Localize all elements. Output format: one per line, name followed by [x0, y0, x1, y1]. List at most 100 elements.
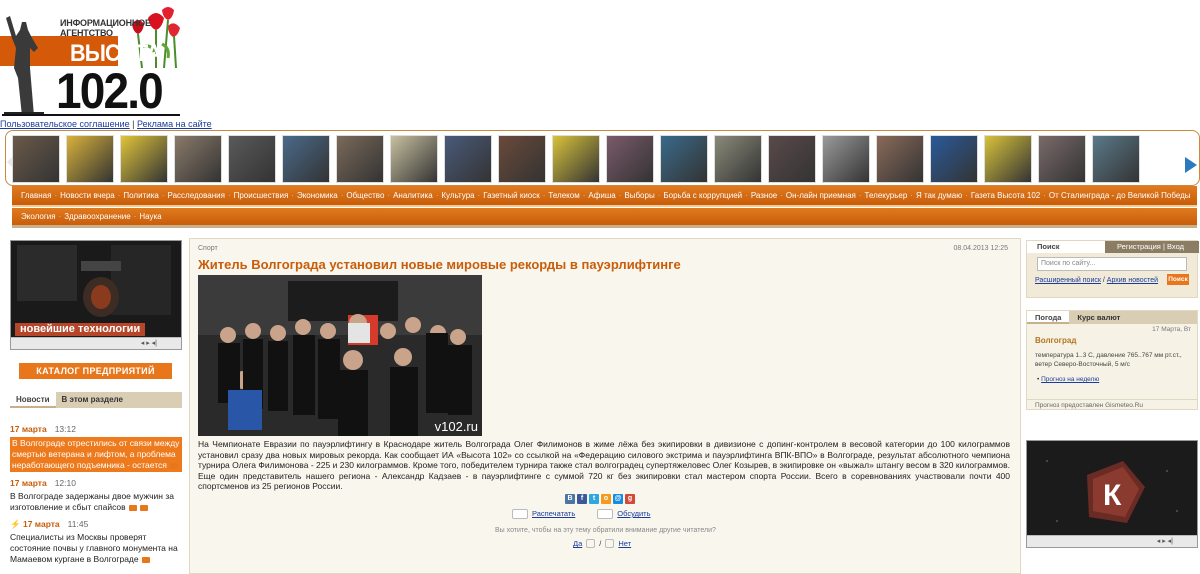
nav-item[interactable]: Разное — [751, 191, 777, 200]
catalog-button[interactable]: КАТАЛОГ ПРЕДПРИЯТИЙ — [19, 363, 172, 379]
tab-search[interactable]: Поиск — [1027, 241, 1105, 253]
carousel-thumbnail[interactable] — [876, 135, 924, 183]
user-agreement-link[interactable]: Пользовательское соглашение — [0, 119, 130, 129]
vk-share-icon[interactable]: В — [565, 494, 575, 504]
carousel-thumbnail[interactable] — [228, 135, 276, 183]
advanced-search-link[interactable]: Расширенный поиск — [1035, 277, 1101, 284]
nav-item[interactable]: Политика — [123, 191, 158, 200]
nav-item[interactable]: Наука — [139, 212, 161, 221]
article-photo[interactable]: v102.ru — [198, 275, 482, 436]
video-player-left[interactable]: новейшие технологии ◂ ▸ ◂| — [10, 240, 182, 350]
news-item[interactable]: 17 марта 12:10 В Волгограде задержаны дво… — [10, 478, 182, 513]
tab-news[interactable]: Новости — [10, 392, 56, 408]
news-item[interactable]: ⚡ 17 марта 11:45 Специалисты из Москвы пр… — [10, 519, 182, 565]
carousel-thumbnail[interactable] — [930, 135, 978, 183]
article-title: Житель Волгограда установил новые мировы… — [198, 257, 681, 272]
search-input[interactable]: Поиск по сайту... — [1037, 257, 1187, 271]
nav-item[interactable]: Аналитика — [393, 191, 433, 200]
nav-separator: · — [54, 191, 58, 200]
video-icon — [139, 504, 148, 511]
nav-item[interactable]: Экономика — [297, 191, 338, 200]
carousel-thumbnail[interactable] — [66, 135, 114, 183]
carousel-thumbnail[interactable] — [552, 135, 600, 183]
vote-yes-link[interactable]: Да — [573, 539, 582, 548]
news-archive-link[interactable]: Архив новостей — [1107, 277, 1158, 284]
article-rubric[interactable]: Спорт — [198, 245, 218, 252]
carousel-thumbnail[interactable] — [822, 135, 870, 183]
twitter-share-icon[interactable]: t — [589, 494, 599, 504]
carousel-thumbnail[interactable] — [174, 135, 222, 183]
nav-separator: · — [387, 191, 391, 200]
nav-item[interactable]: Расследования — [168, 191, 225, 200]
carousel-thumbnail[interactable] — [498, 135, 546, 183]
nav-item[interactable]: Газетный киоск — [483, 191, 539, 200]
nav-item[interactable]: Происшествия — [234, 191, 289, 200]
carousel-thumbnail[interactable] — [768, 135, 816, 183]
news-headline[interactable]: Специалисты из Москвы проверят состояние… — [10, 532, 178, 564]
weather-provider[interactable]: Прогноз предоставлен Gismeteo.Ru — [1027, 399, 1197, 409]
nav-separator: · — [745, 191, 748, 200]
carousel-thumbnail[interactable] — [336, 135, 384, 183]
advertising-link[interactable]: Реклама на сайте — [137, 119, 212, 129]
news-date: 17 марта — [10, 424, 47, 434]
site-logo[interactable]: ИНФОРМАЦИОННОЕ АГЕНТСТВО ВЫСОТА 102.0 — [0, 0, 182, 118]
weather-date: 17 Марта, Вт — [1152, 326, 1191, 333]
nav-item[interactable]: Культура — [441, 191, 474, 200]
nav-separator: · — [582, 191, 586, 200]
nav-item[interactable]: Главная — [21, 191, 51, 200]
google-plus-share-icon[interactable]: g — [625, 494, 635, 504]
nav-item[interactable]: Газета Высота 102 — [971, 191, 1040, 200]
nav-item[interactable]: Общество — [346, 191, 384, 200]
news-item[interactable]: 17 марта 13:12 В Волгограде отрестились о… — [10, 424, 182, 472]
nav-item[interactable]: Телеком — [548, 191, 579, 200]
print-link[interactable]: Распечатать — [532, 509, 575, 518]
news-thumbnail-carousel — [5, 130, 1200, 186]
nav-item[interactable]: От Сталинграда - до Великой Победы — [1049, 191, 1191, 200]
mailru-share-icon[interactable]: @ — [613, 494, 623, 504]
tab-in-section[interactable]: В этом разделе — [55, 392, 182, 408]
search-box: Поиск Регистрация | Вход Поиск по сайту.… — [1026, 240, 1199, 298]
auth-separator: | — [1162, 242, 1165, 251]
search-button[interactable]: Поиск — [1167, 274, 1189, 285]
facebook-share-icon[interactable]: f — [577, 494, 587, 504]
svg-text:К: К — [1103, 479, 1122, 512]
week-forecast-link[interactable]: Прогноз на неделю — [1041, 376, 1099, 383]
nav-item[interactable]: Экология — [21, 212, 56, 221]
carousel-thumbnail[interactable] — [1092, 135, 1140, 183]
register-link[interactable]: Регистрация — [1117, 242, 1161, 251]
thumbs-down-icon[interactable] — [605, 539, 615, 548]
vote-no-link[interactable]: Нет — [618, 539, 631, 548]
video-controls[interactable]: ◂ ▸ ◂| — [11, 337, 181, 349]
login-link[interactable]: Вход — [1167, 242, 1184, 251]
thumbs-up-icon[interactable] — [586, 539, 596, 548]
carousel-thumbnail[interactable] — [444, 135, 492, 183]
tab-weather[interactable]: Погода — [1027, 311, 1070, 324]
news-headline[interactable]: В Волгограде отрестились от связи между … — [12, 438, 179, 470]
carousel-thumbnail[interactable] — [12, 135, 60, 183]
news-time: 13:12 — [54, 424, 76, 434]
carousel-thumbnail[interactable] — [282, 135, 330, 183]
nav-item[interactable]: Здравоохранение — [64, 212, 130, 221]
carousel-thumbnail[interactable] — [714, 135, 762, 183]
nav-item[interactable]: Я так думаю — [916, 191, 962, 200]
odnoklassniki-share-icon[interactable]: о — [601, 494, 611, 504]
carousel-next-icon[interactable] — [1185, 157, 1197, 173]
discuss-link[interactable]: Обсудить — [617, 509, 650, 518]
carousel-thumbnail[interactable] — [660, 135, 708, 183]
nav-item[interactable]: Афиша — [588, 191, 615, 200]
tab-currency[interactable]: Курс валют — [1069, 311, 1197, 324]
carousel-thumbnail[interactable] — [390, 135, 438, 183]
nav-item[interactable]: Борьба с коррупцией — [663, 191, 742, 200]
video-controls[interactable]: ◂ ▸ ◂| — [1027, 535, 1197, 547]
nav-item[interactable]: Он-лайн приемная — [786, 191, 856, 200]
nav-item[interactable]: Новости вчера — [60, 191, 115, 200]
carousel-thumbnail[interactable] — [984, 135, 1032, 183]
carousel-thumbnail[interactable] — [606, 135, 654, 183]
nav-item[interactable]: Телекурьер — [865, 191, 908, 200]
news-headline[interactable]: В Волгограде задержаны двое мужчин за из… — [10, 491, 174, 512]
carousel-thumbnail[interactable] — [120, 135, 168, 183]
top-links-separator: | — [132, 119, 135, 129]
carousel-thumbnail[interactable] — [1038, 135, 1086, 183]
video-player-right[interactable]: К ◂ ▸ ◂| — [1026, 440, 1198, 548]
nav-item[interactable]: Выборы — [624, 191, 654, 200]
